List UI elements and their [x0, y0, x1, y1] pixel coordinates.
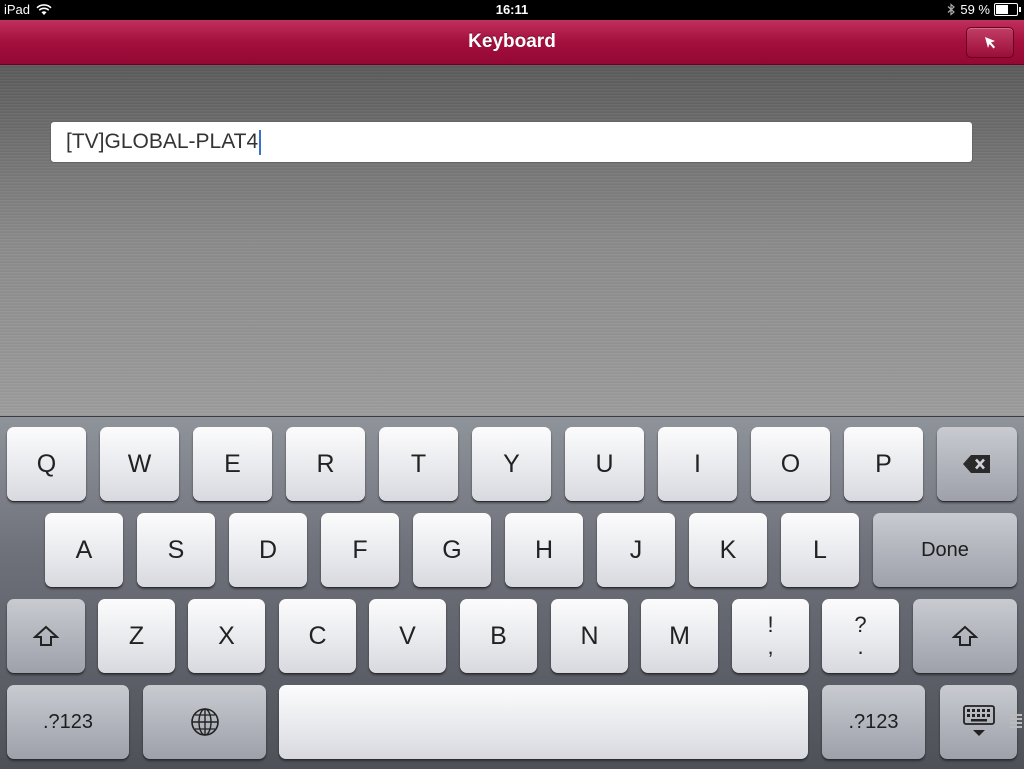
key-period-label: . [857, 634, 864, 659]
split-handle[interactable] [1010, 714, 1022, 728]
key-p[interactable]: P [844, 427, 923, 501]
key-r[interactable]: R [286, 427, 365, 501]
key-i[interactable]: I [658, 427, 737, 501]
key-z[interactable]: Z [98, 599, 175, 673]
cursor-arrow-icon [985, 36, 995, 48]
page-title: Keyboard [468, 31, 556, 52]
key-t[interactable]: T [379, 427, 458, 501]
key-y[interactable]: Y [472, 427, 551, 501]
done-key[interactable]: Done [873, 513, 1017, 587]
key-question-period[interactable]: ? . [822, 599, 899, 673]
text-input-value: [TV]GLOBAL-PLAT4 [66, 130, 259, 153]
bluetooth-icon [947, 3, 956, 16]
status-time: 16:11 [495, 2, 529, 17]
key-n[interactable]: N [551, 599, 628, 673]
key-h[interactable]: H [505, 513, 583, 587]
key-k[interactable]: K [689, 513, 767, 587]
key-w[interactable]: W [100, 427, 179, 501]
key-exclaim-label: ! [767, 612, 774, 637]
status-bar: iPad 16:11 59 % [0, 0, 1024, 20]
numbers-key-left[interactable]: .?123 [7, 685, 129, 759]
key-comma-label: , [767, 634, 774, 659]
key-f[interactable]: F [321, 513, 399, 587]
key-exclaim-comma[interactable]: ! , [732, 599, 809, 673]
key-j[interactable]: J [597, 513, 675, 587]
content-area: [TV]GLOBAL-PLAT4 [0, 65, 1024, 416]
key-q[interactable]: Q [7, 427, 86, 501]
hide-keyboard-key[interactable] [940, 685, 1017, 759]
key-s[interactable]: S [137, 513, 215, 587]
shift-icon [952, 625, 978, 646]
shift-icon [33, 625, 59, 646]
text-input-field[interactable]: [TV]GLOBAL-PLAT4 [50, 121, 973, 163]
key-m[interactable]: M [641, 599, 718, 673]
key-d[interactable]: D [229, 513, 307, 587]
key-question-label: ? [854, 612, 867, 637]
key-g[interactable]: G [413, 513, 491, 587]
on-screen-keyboard: Q W E R T Y U I O P A S D F G H J K L Do… [0, 416, 1024, 769]
key-e[interactable]: E [193, 427, 272, 501]
key-b[interactable]: B [460, 599, 537, 673]
key-x[interactable]: X [188, 599, 265, 673]
title-bar: Keyboard [0, 20, 1024, 65]
pointer-mode-button[interactable] [966, 27, 1014, 58]
key-u[interactable]: U [565, 427, 644, 501]
shift-key-right[interactable] [913, 599, 1017, 673]
globe-icon [190, 708, 219, 736]
battery-level-fill [996, 5, 1008, 14]
text-caret [259, 129, 262, 155]
shift-key-left[interactable] [7, 599, 85, 673]
key-v[interactable]: V [369, 599, 446, 673]
key-a[interactable]: A [45, 513, 123, 587]
numbers-key-right[interactable]: .?123 [822, 685, 925, 759]
battery-percent: 59 % [960, 2, 990, 17]
status-right: 59 % [947, 2, 1021, 17]
backspace-key[interactable] [937, 427, 1017, 501]
space-key[interactable] [279, 685, 808, 759]
globe-key[interactable] [143, 685, 266, 759]
hide-keyboard-icon [962, 705, 995, 736]
battery-icon [994, 3, 1021, 16]
key-c[interactable]: C [279, 599, 356, 673]
key-l[interactable]: L [781, 513, 859, 587]
backspace-icon [963, 455, 990, 473]
key-o[interactable]: O [751, 427, 830, 501]
